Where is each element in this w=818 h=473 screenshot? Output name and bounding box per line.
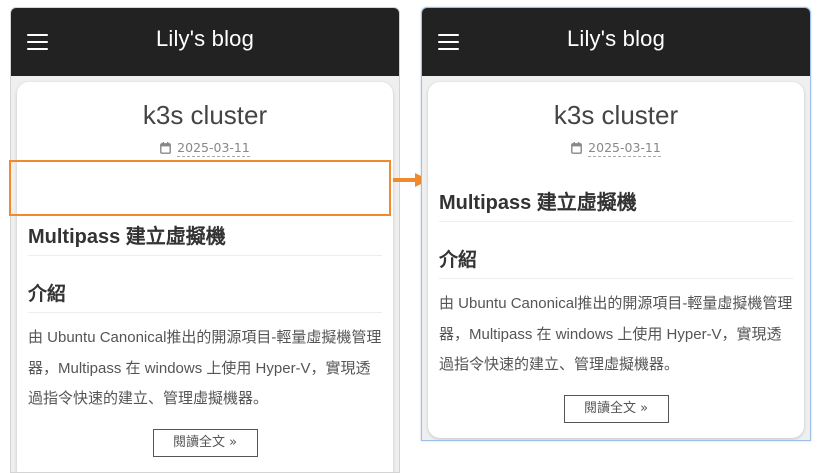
empty-gap <box>428 156 804 191</box>
highlight-box <box>9 160 391 216</box>
section-heading: Multipass 建立虛擬機 <box>439 191 793 222</box>
sub-heading: 介紹 <box>28 282 382 313</box>
post-card: k3s cluster 2025-03-11 Multipass 建立虛擬機 介… <box>17 82 393 472</box>
post-date[interactable]: 2025-03-11 <box>588 140 661 157</box>
read-more-button[interactable]: 閱讀全文 » <box>152 428 258 457</box>
section-heading: Multipass 建立虛擬機 <box>28 225 382 256</box>
phone-before: Lily's blog k3s cluster 2025-03-11 Multi… <box>10 7 400 473</box>
post-meta: 2025-03-11 <box>428 140 804 157</box>
post-meta: 2025-03-11 <box>17 140 393 157</box>
calendar-icon <box>160 142 172 154</box>
site-title[interactable]: Lily's blog <box>11 26 399 52</box>
post-card: k3s cluster 2025-03-11 Multipass 建立虛擬機 介… <box>428 82 804 438</box>
site-title[interactable]: Lily's blog <box>422 26 810 52</box>
post-excerpt: 由 Ubuntu Canonical推出的開源項目-輕量虛擬機管理器，Multi… <box>28 329 382 407</box>
phone-after: Lily's blog k3s cluster 2025-03-11 Multi… <box>421 7 811 441</box>
post-title[interactable]: k3s cluster <box>428 82 804 130</box>
post-excerpt: 由 Ubuntu Canonical推出的開源項目-輕量虛擬機管理器，Multi… <box>439 295 793 373</box>
header-bar: Lily's blog <box>11 8 399 76</box>
post-title[interactable]: k3s cluster <box>17 82 393 130</box>
read-more-button[interactable]: 閱讀全文 » <box>563 394 669 423</box>
header-bar: Lily's blog <box>422 8 810 76</box>
post-date[interactable]: 2025-03-11 <box>177 140 250 157</box>
calendar-icon <box>571 142 583 154</box>
sub-heading: 介紹 <box>439 248 793 279</box>
